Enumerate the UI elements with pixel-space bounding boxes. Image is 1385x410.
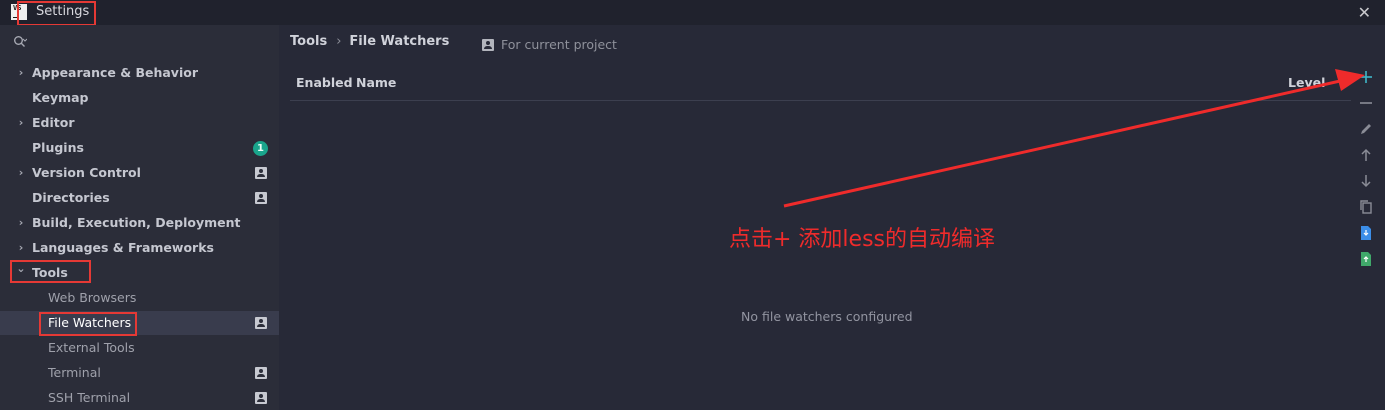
remove-icon[interactable] — [1357, 94, 1375, 112]
move-down-icon[interactable] — [1357, 172, 1375, 190]
settings-window: VS Settings ✕ › Appearance & Behavior Keym… — [0, 0, 1385, 410]
sidebar-item-label: External Tools — [48, 340, 135, 355]
chevron-right-icon[interactable]: › — [15, 61, 27, 85]
sidebar-item-plugins[interactable]: Plugins 1 — [0, 136, 279, 160]
add-icon[interactable] — [1357, 68, 1375, 86]
sidebar-item-label: Terminal — [48, 365, 101, 380]
sidebar-item-appearance-behavior[interactable]: › Appearance & Behavior — [0, 61, 279, 85]
sidebar-item-label: Languages & Frameworks — [32, 240, 214, 255]
search-input[interactable] — [32, 33, 268, 53]
project-scope-icon — [255, 367, 267, 379]
project-scope-icon — [255, 317, 267, 329]
sidebar-item-label: Editor — [32, 115, 75, 130]
chevron-right-icon[interactable]: › — [15, 211, 27, 235]
chevron-down-icon[interactable]: ⌄ — [15, 257, 27, 281]
sidebar-item-label: File Watchers — [48, 315, 132, 330]
sidebar-item-languages-frameworks[interactable]: › Languages & Frameworks — [0, 236, 279, 260]
table-header: Enabled Name Level — [290, 71, 1351, 101]
sidebar-item-web-browsers[interactable]: Web Browsers — [0, 286, 279, 310]
app-logo-text: VS — [13, 4, 22, 12]
sidebar-item-version-control[interactable]: › Version Control — [0, 161, 279, 185]
search-icon — [14, 36, 27, 47]
search-row — [10, 33, 270, 53]
sidebar-item-label: Keymap — [32, 90, 89, 105]
sidebar-item-label: Version Control — [32, 165, 141, 180]
project-scope-icon — [482, 39, 494, 51]
plugins-update-badge: 1 — [253, 141, 268, 156]
project-scope-icon — [255, 167, 267, 179]
column-enabled[interactable]: Enabled — [296, 75, 353, 90]
title-bar: VS Settings ✕ — [0, 0, 1385, 26]
sidebar-item-file-watchers[interactable]: File Watchers — [0, 311, 279, 335]
edit-icon[interactable] — [1357, 120, 1375, 138]
sidebar-item-label: Plugins — [32, 140, 84, 155]
chevron-right-icon[interactable]: › — [15, 161, 27, 185]
sidebar-item-label: Build, Execution, Deployment — [32, 215, 241, 230]
app-logo: VS — [11, 4, 27, 20]
close-icon[interactable]: ✕ — [1358, 3, 1371, 22]
sidebar-item-editor[interactable]: › Editor — [0, 111, 279, 135]
sidebar-item-build-execution-deployment[interactable]: › Build, Execution, Deployment — [0, 211, 279, 235]
content-panel: Tools › File Watchers For current project … — [279, 25, 1385, 410]
scope-hint: For current project — [482, 37, 617, 52]
settings-sidebar: › Appearance & Behavior Keymap › Editor Plugi… — [0, 25, 279, 410]
sidebar-item-tools[interactable]: ⌄ Tools — [0, 261, 279, 285]
annotation-text: 点击+ 添加less的自动编译 — [729, 227, 995, 252]
sidebar-item-label: SSH Terminal — [48, 390, 131, 405]
project-scope-icon — [255, 192, 267, 204]
sidebar-item-directories[interactable]: Directories — [0, 186, 279, 210]
move-up-icon[interactable] — [1357, 146, 1375, 164]
sidebar-item-label: Appearance & Behavior — [32, 65, 198, 80]
sidebar-item-label: Web Browsers — [48, 290, 137, 305]
sidebar-item-keymap[interactable]: Keymap — [0, 86, 279, 110]
sidebar-item-label: Tools — [32, 265, 68, 280]
breadcrumb-separator: › — [336, 34, 342, 49]
empty-table-message: No file watchers configured — [741, 309, 913, 324]
sidebar-item-external-tools[interactable]: External Tools — [0, 336, 279, 360]
sidebar-item-ssh-terminal[interactable]: SSH Terminal — [0, 386, 279, 410]
column-name[interactable]: Name — [356, 75, 396, 90]
export-icon[interactable] — [1357, 250, 1375, 268]
project-scope-icon — [255, 392, 267, 404]
copy-icon[interactable] — [1357, 198, 1375, 216]
sidebar-item-label: Directories — [32, 190, 110, 205]
sidebar-item-terminal[interactable]: Terminal — [0, 361, 279, 385]
chevron-right-icon[interactable]: › — [15, 111, 27, 135]
breadcrumb-parent[interactable]: Tools — [290, 34, 327, 49]
breadcrumb: Tools › File Watchers — [290, 34, 449, 49]
window-title: Settings — [36, 4, 90, 19]
import-icon[interactable] — [1357, 224, 1375, 242]
scope-hint-text: For current project — [501, 37, 617, 52]
breadcrumb-current: File Watchers — [349, 34, 450, 49]
column-level[interactable]: Level — [1288, 75, 1325, 90]
